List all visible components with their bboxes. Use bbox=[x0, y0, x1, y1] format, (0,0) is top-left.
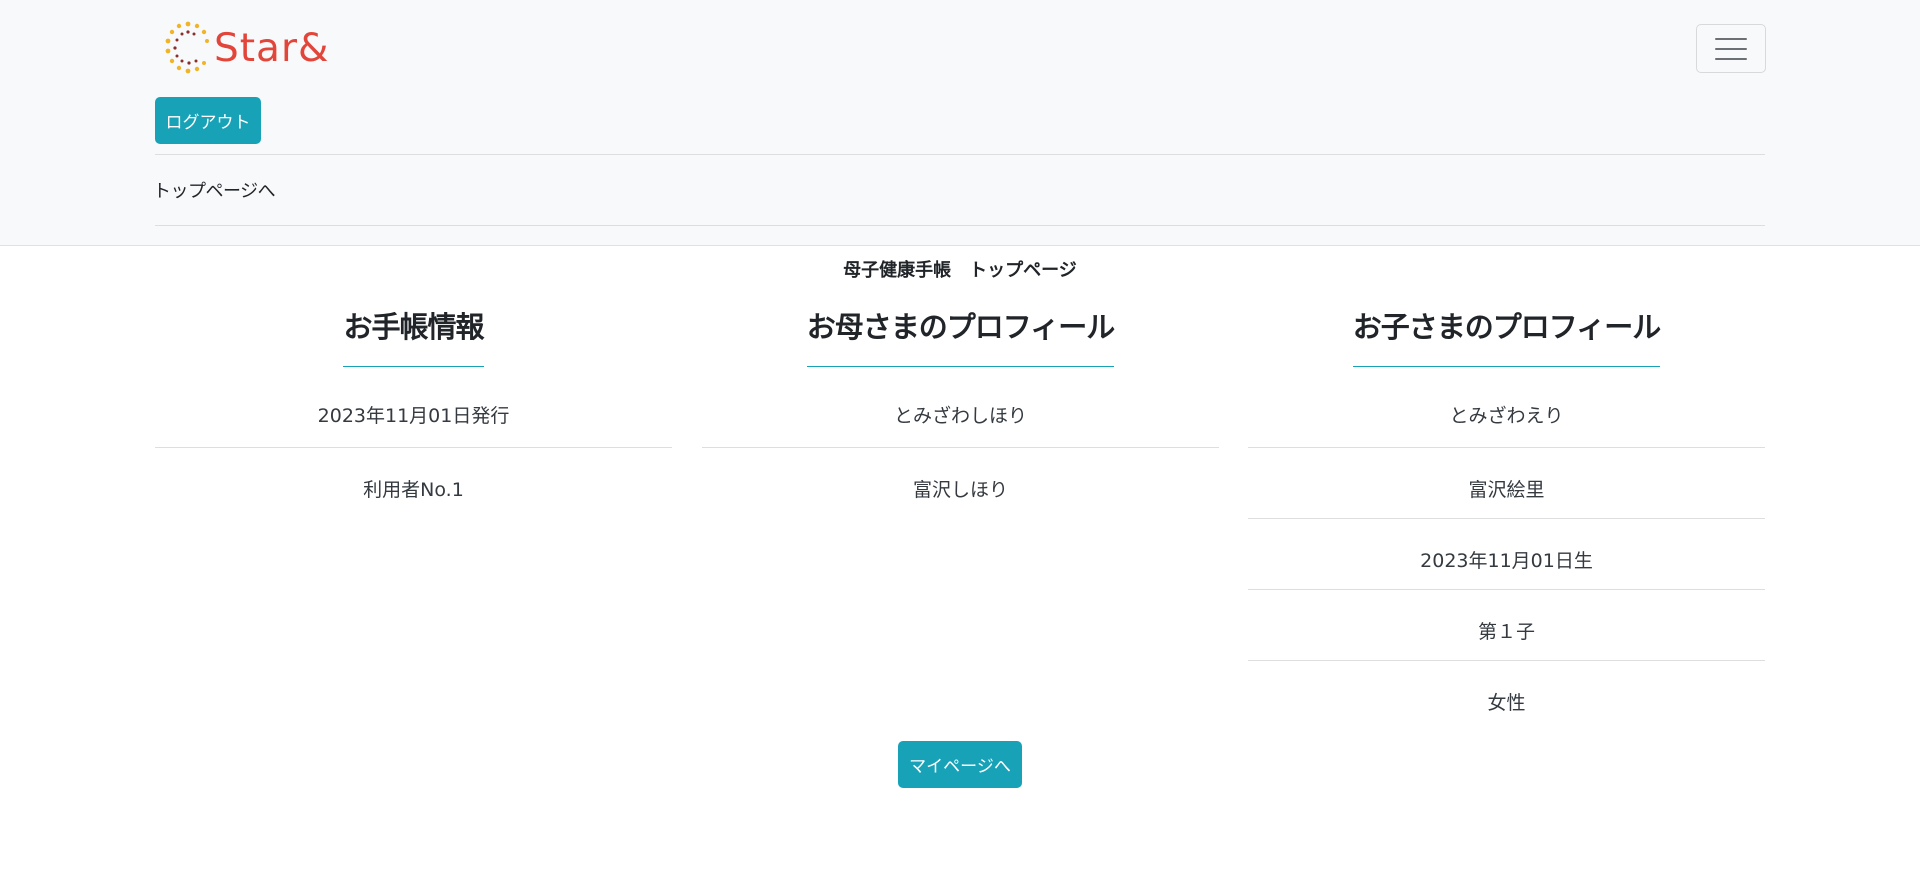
hamburger-menu-button[interactable] bbox=[1696, 24, 1766, 73]
mother-name-kana: とみざわしほり bbox=[702, 368, 1219, 448]
child-birthdate: 2023年11月01日生 bbox=[1248, 519, 1765, 590]
brand-name: Star& bbox=[214, 25, 330, 71]
section-heading: お手帳情報 bbox=[343, 300, 485, 367]
info-list: とみざわえり 富沢絵里 2023年11月01日生 第１子 女性 bbox=[1248, 368, 1765, 732]
section-heading: お子さまのプロフィール bbox=[1352, 300, 1661, 367]
info-list: 2023年11月01日発行 利用者No.1 bbox=[155, 368, 672, 519]
logout-button[interactable]: ログアウト bbox=[155, 97, 261, 144]
hamburger-bar bbox=[1715, 37, 1747, 40]
child-name: 富沢絵里 bbox=[1248, 448, 1765, 519]
mother-name: 富沢しほり bbox=[912, 479, 1008, 501]
mother-profile-section: お母さまのプロフィール とみざわしほり 富沢しほり bbox=[702, 300, 1219, 519]
info-list: とみざわしほり 富沢しほり bbox=[702, 368, 1219, 519]
notebook-info-section: お手帳情報 2023年11月01日発行 利用者No.1 bbox=[155, 300, 672, 519]
section-heading: お母さまのプロフィール bbox=[806, 300, 1115, 367]
nav-divider bbox=[155, 154, 1765, 155]
child-name-kana: とみざわえり bbox=[1248, 368, 1765, 448]
nav-divider bbox=[155, 225, 1765, 226]
birth-order: 第１子 bbox=[1248, 590, 1765, 661]
child-gender: 女性 bbox=[1487, 692, 1526, 714]
hamburger-bar bbox=[1715, 57, 1747, 60]
child-profile-section: お子さまのプロフィール とみざわえり 富沢絵里 2023年11月01日生 第１子… bbox=[1248, 300, 1765, 732]
page-title: 母子健康手帳 トップページ bbox=[843, 260, 1077, 281]
brand-logo[interactable]: Star& bbox=[160, 18, 329, 78]
top-page-link[interactable]: トップページへ bbox=[153, 177, 276, 203]
navbar: Star& ログアウト トップページへ bbox=[0, 0, 1920, 246]
star-logo-icon bbox=[165, 21, 209, 74]
hamburger-bar bbox=[1715, 47, 1747, 50]
user-number: 利用者No.1 bbox=[363, 479, 464, 501]
mypage-button[interactable]: マイページへ bbox=[898, 741, 1022, 788]
issue-date: 2023年11月01日発行 bbox=[155, 368, 672, 448]
